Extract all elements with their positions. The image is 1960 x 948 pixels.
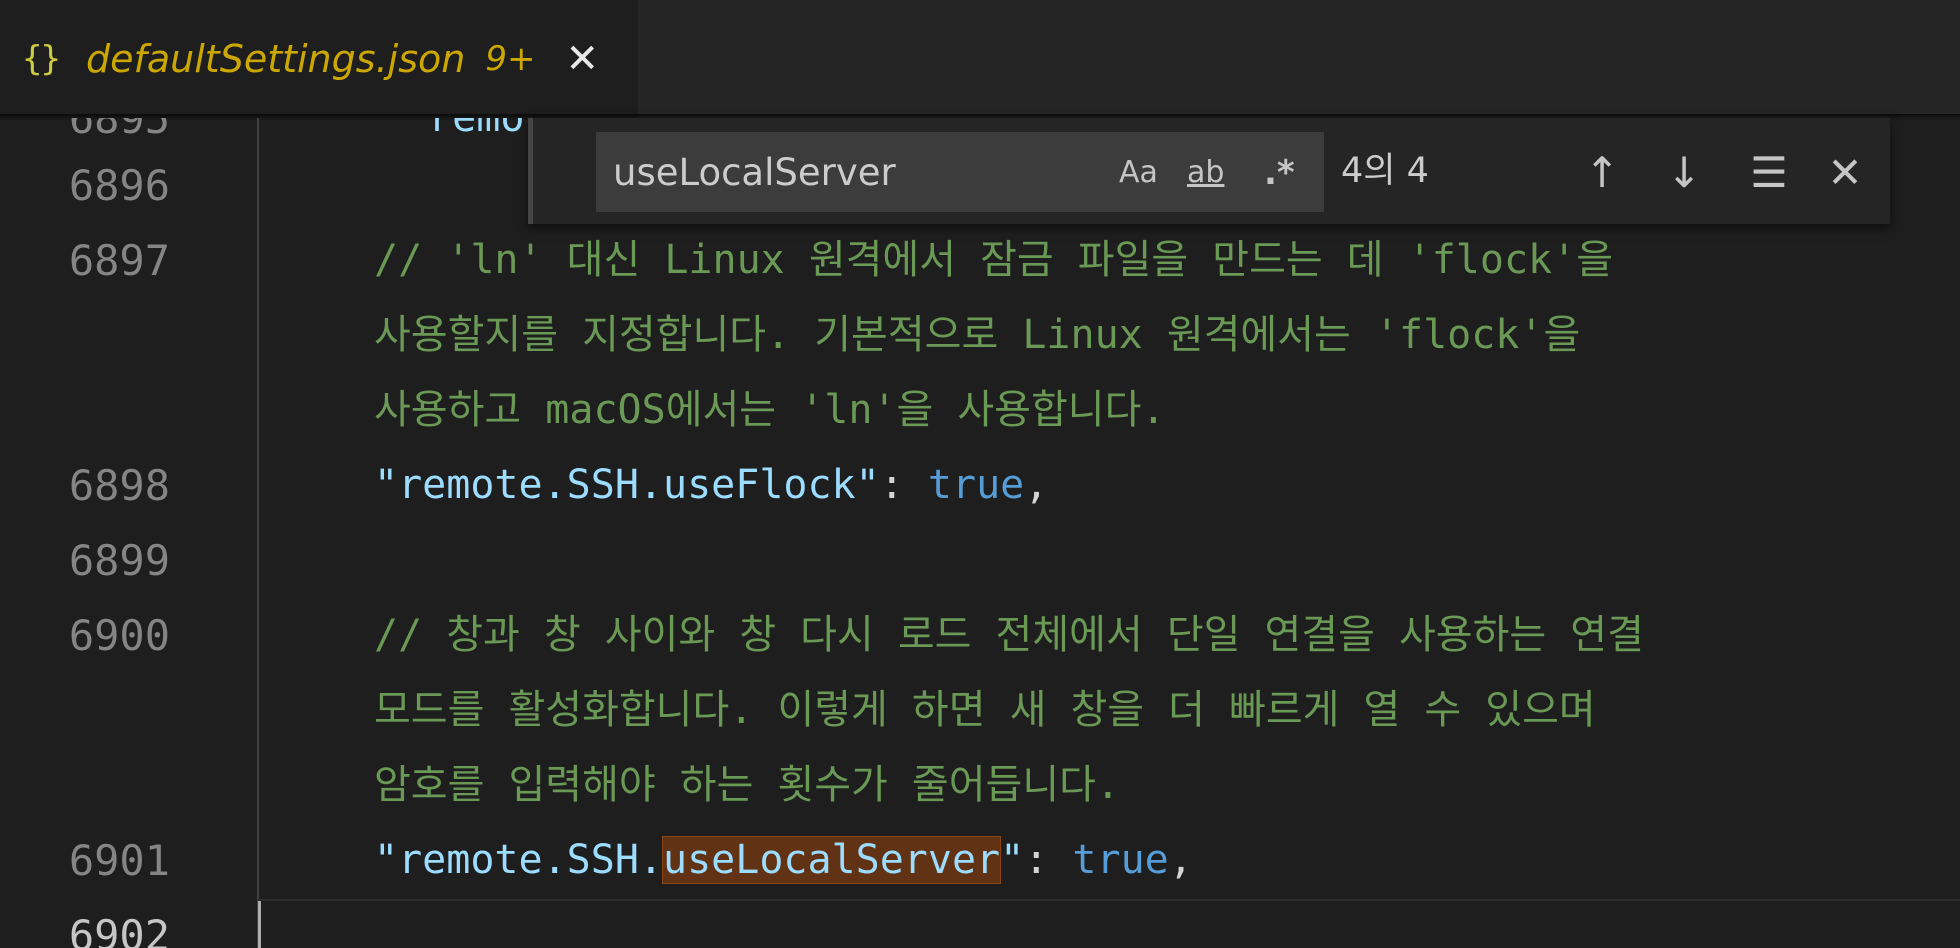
code-line-wrap: 사용하고 macOS에서는 'ln'을 사용합니다.: [0, 373, 1960, 448]
code-line-wrap: 모드를 활성화합니다. 이렇게 하면 새 창을 더 빠르게 열 수 있으며: [0, 673, 1960, 748]
json-value: true: [927, 462, 1025, 508]
comment-text: 사용할지를 지정합니다. 기본적으로 Linux 원격에서는 'flock'을: [374, 312, 1581, 358]
json-key: "remote.SSH.useFlock": [374, 462, 880, 508]
find-input[interactable]: useLocalServer Aa ab .*: [596, 132, 1324, 212]
comment-text: 사용하고 macOS에서는 'ln'을 사용합니다.: [374, 387, 1166, 433]
arrow-down-icon[interactable]: ↓: [1655, 144, 1713, 202]
line-number: 6899: [68, 536, 170, 585]
close-icon[interactable]: ✕: [565, 39, 599, 79]
arrow-up-icon[interactable]: ↑: [1573, 144, 1631, 202]
tab-label: defaultSettings.json: [86, 37, 466, 81]
tab-default-settings[interactable]: {} defaultSettings.json 9+ ✕: [0, 0, 638, 118]
find-widget: useLocalServer Aa ab .* 4의 4 ↑ ↓ ☰ ✕: [528, 118, 1890, 224]
line-number: 6898: [68, 461, 170, 510]
code-line: 6899: [0, 523, 1960, 598]
code-line: 6897 // 'ln' 대신 Linux 원격에서 잠금 파일을 만드는 데 …: [0, 223, 1960, 298]
problems-badge: 9+: [485, 39, 536, 79]
line-number: 6897: [68, 236, 170, 285]
comma: ,: [1168, 837, 1193, 883]
code-line: 6898 "remote.SSH.useFlock": true,: [0, 448, 1960, 523]
json-key-prefix: "remote.SSH.: [374, 837, 663, 883]
whole-word-toggle[interactable]: ab: [1187, 147, 1224, 199]
code-line: 6902: [0, 898, 1960, 948]
regex-toggle[interactable]: .*: [1264, 147, 1295, 199]
match-case-toggle[interactable]: Aa: [1119, 147, 1158, 199]
comment-text: // 창과 창 사이와 창 다시 로드 전체에서 단일 연결을 사용하는 연결: [374, 612, 1644, 658]
json-value: true: [1072, 837, 1169, 883]
code-line-wrap: 사용할지를 지정합니다. 기본적으로 Linux 원격에서는 'flock'을: [0, 298, 1960, 373]
json-key-suffix: ": [1000, 837, 1025, 883]
code-text: "remote.SSH.useFlock": true,: [374, 448, 1048, 523]
find-query: useLocalServer: [613, 151, 896, 194]
colon: :: [1024, 837, 1073, 883]
close-icon[interactable]: ✕: [1816, 144, 1874, 202]
line-number: 6896: [68, 161, 170, 210]
json-file-icon: {}: [22, 39, 61, 79]
line-number: 6900: [68, 611, 170, 660]
match-count: 4의 4: [1341, 151, 1429, 191]
tab-bar: {} defaultSettings.json 9+ ✕: [0, 0, 1960, 118]
code-text: "remote.SSH.useLocalServer": true,: [374, 823, 1193, 898]
code-line: 6900 // 창과 창 사이와 창 다시 로드 전체에서 단일 연결을 사용하…: [0, 598, 1960, 673]
find-in-selection-icon[interactable]: ☰: [1740, 144, 1798, 202]
search-match-highlight: useLocalServer: [661, 836, 1002, 884]
code-line: 6901 "remote.SSH.useLocalServer": true,: [0, 823, 1960, 898]
comment-text: 모드를 활성화합니다. 이렇게 하면 새 창을 더 빠르게 열 수 있으며: [374, 687, 1596, 733]
code-line-wrap: 암호를 입력해야 하는 횟수가 줄어듭니다.: [0, 748, 1960, 823]
line-number: 6901: [68, 836, 170, 885]
code-editor[interactable]: 6895 "remo 6896 6897 // 'ln' 대신 Linux 원격…: [0, 118, 1960, 948]
colon: :: [879, 462, 928, 508]
comment-text: // 'ln' 대신 Linux 원격에서 잠금 파일을 만드는 데 'floc…: [374, 237, 1614, 283]
line-number-active: 6902: [68, 911, 170, 948]
comma: ,: [1024, 462, 1049, 508]
comment-text: 암호를 입력해야 하는 횟수가 줄어듭니다.: [374, 762, 1121, 808]
editor-window: {} defaultSettings.json 9+ ✕ 6895 "remo …: [0, 0, 1960, 948]
